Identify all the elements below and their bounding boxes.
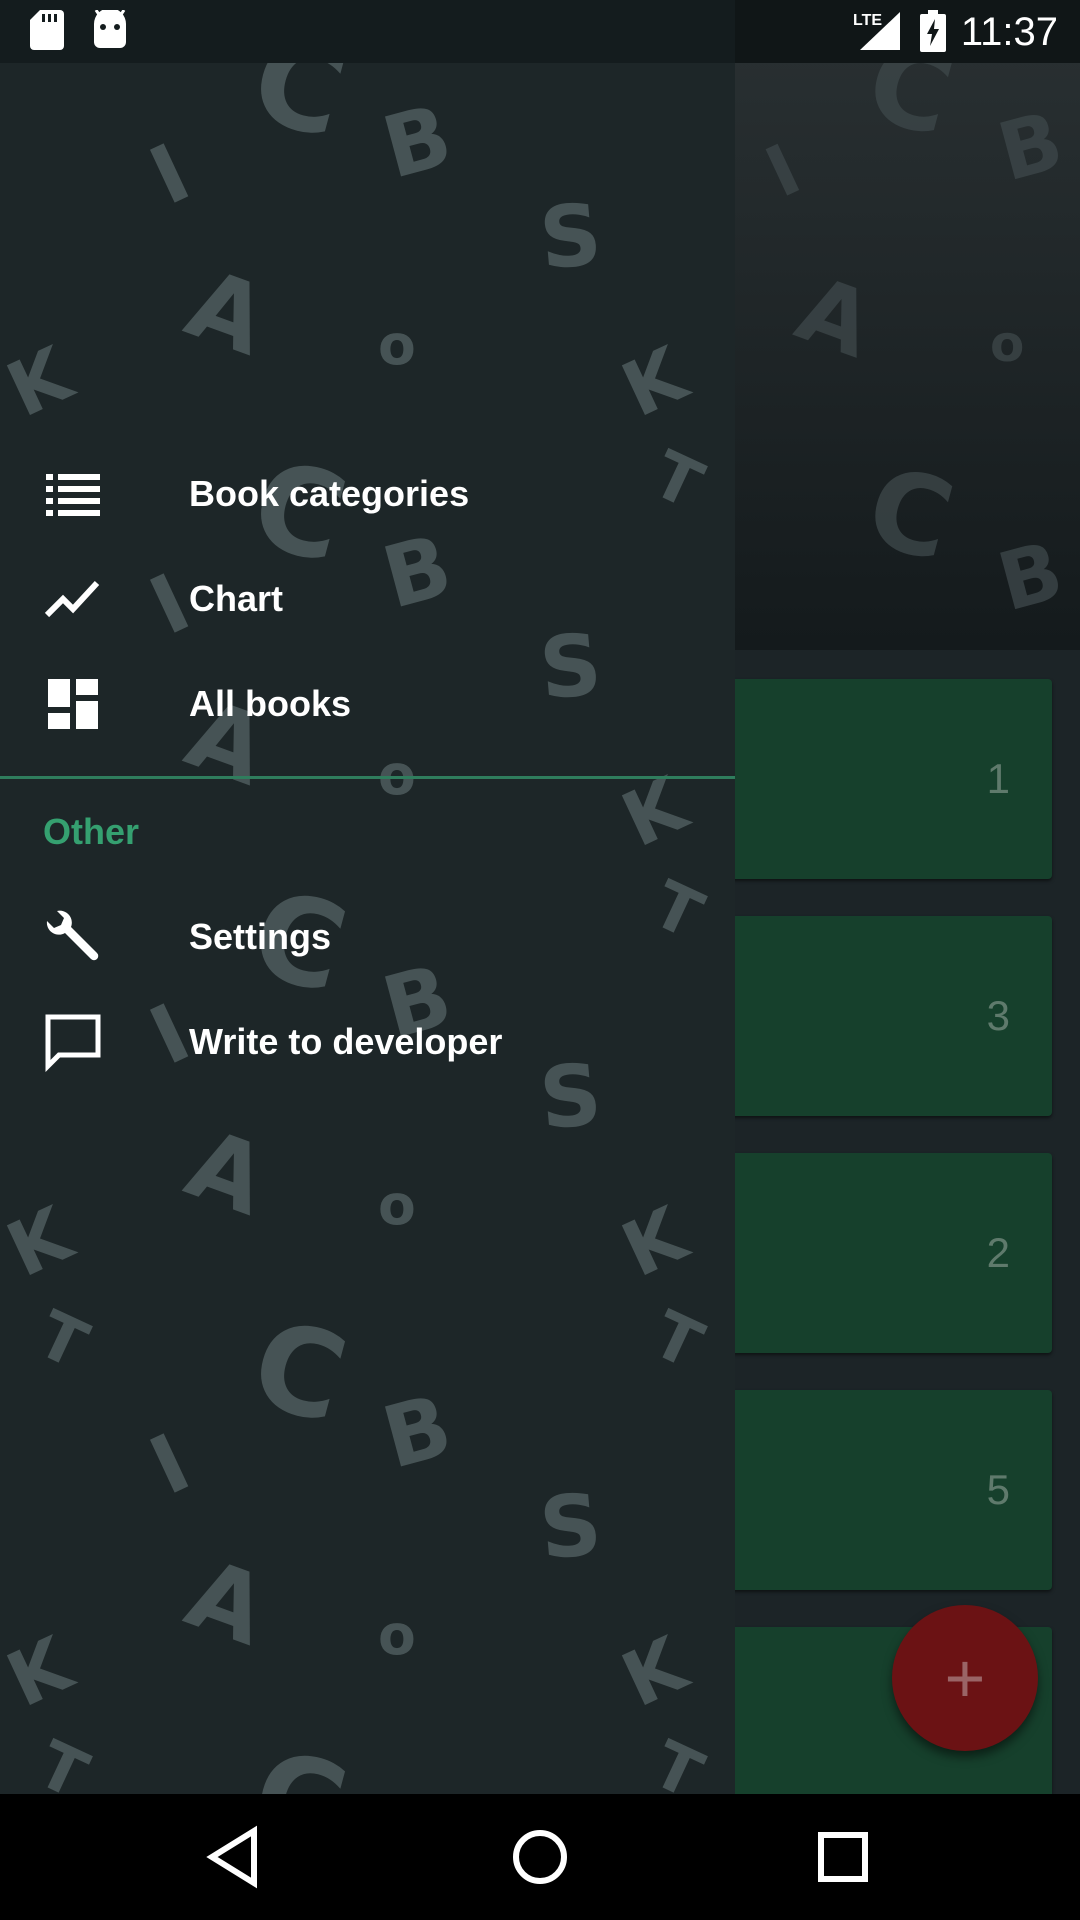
system-navigation-bar	[0, 1794, 1080, 1920]
home-icon[interactable]	[500, 1817, 580, 1897]
card-count: 1	[986, 755, 1010, 802]
drawer-item-label: Write to developer	[189, 1021, 503, 1062]
card-count: 5	[986, 1466, 1010, 1513]
back-icon[interactable]	[196, 1817, 276, 1897]
list-icon	[46, 474, 100, 516]
lte-signal-icon	[860, 12, 900, 50]
drawer-item-write-to-developer[interactable]: Write to developer	[0, 990, 735, 1094]
wrench-icon	[46, 910, 99, 961]
drawer-item-all-books[interactable]: All books	[0, 652, 735, 756]
dashboard-icon	[48, 679, 98, 729]
plus-icon: +	[944, 1639, 986, 1717]
drawer-divider	[0, 776, 735, 779]
card-count: 2	[986, 1229, 1010, 1276]
battery-charging-icon	[920, 10, 946, 52]
drawer-item-settings[interactable]: Settings	[0, 885, 735, 989]
card-count: 3	[986, 992, 1010, 1039]
add-fab-button[interactable]: +	[892, 1605, 1038, 1751]
clock: 11:37	[960, 10, 1058, 54]
recents-icon[interactable]	[803, 1817, 883, 1897]
drawer-item-book-categories[interactable]: Book categories	[0, 442, 735, 546]
android-icon	[94, 10, 126, 48]
sd-card-icon	[30, 10, 64, 50]
chart-line-icon	[44, 580, 100, 618]
drawer-item-label: Chart	[189, 578, 284, 619]
drawer-item-label: All books	[189, 683, 352, 724]
status-bar: LTE 11:37	[0, 0, 1080, 63]
navigation-drawer: C B I S A o K K T C B I S A o K T C B I …	[0, 63, 735, 1794]
message-icon	[45, 1014, 101, 1072]
section-header-other: Other	[43, 811, 140, 852]
drawer-item-label: Book categories	[189, 473, 470, 514]
drawer-item-chart[interactable]: Chart	[0, 547, 735, 651]
drawer-item-label: Settings	[189, 916, 332, 957]
